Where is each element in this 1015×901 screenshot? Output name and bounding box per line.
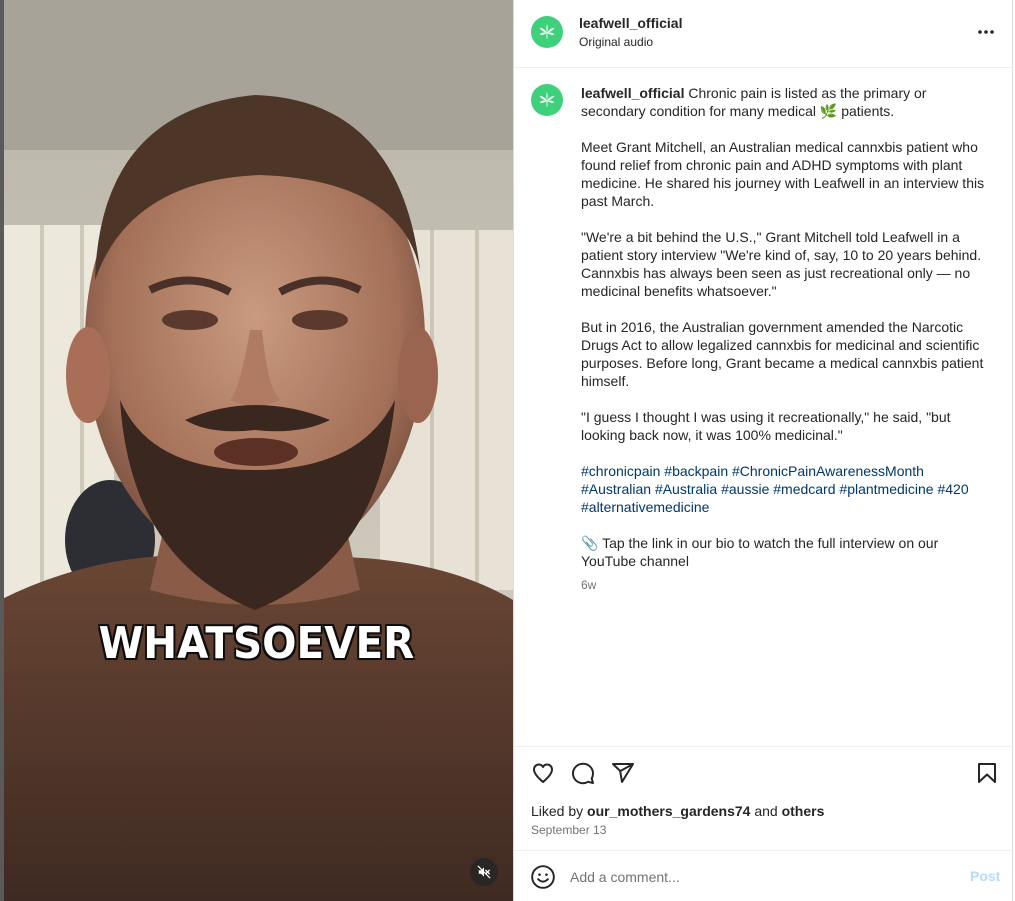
post-header: leafwell_official Original audio (514, 0, 1014, 68)
like-button[interactable] (529, 759, 557, 787)
audio-label[interactable]: Original audio (579, 35, 653, 49)
hashtag-link[interactable]: #medcard (773, 481, 835, 497)
save-button[interactable] (973, 759, 1001, 787)
more-options-button[interactable] (976, 20, 996, 44)
heart-icon (533, 763, 553, 783)
cannabis-leaf-icon (539, 23, 555, 39)
caption-age[interactable]: 6w (581, 578, 596, 592)
hashtag-link[interactable]: #plantmedicine (839, 481, 933, 497)
liked-user-link[interactable]: our_mothers_gardens74 (587, 803, 750, 819)
hashtag-link[interactable]: #backpain (664, 463, 728, 479)
hashtag-link[interactable]: #ChronicPainAwarenessMonth (732, 463, 924, 479)
caption-paragraph: "We're a bit behind the U.S.," Grant Mit… (581, 229, 985, 299)
caption-link-line: 📎 Tap the link in our bio to watch the f… (581, 535, 942, 569)
hashtag-link[interactable]: #aussie (721, 481, 769, 497)
share-button[interactable] (609, 759, 637, 787)
cannabis-leaf-icon (539, 91, 555, 107)
video-frame (0, 0, 513, 901)
video-player[interactable]: WHATSOEVER (0, 0, 513, 901)
liked-and: and (754, 803, 778, 819)
hashtag-link[interactable]: #chronicpain (581, 463, 660, 479)
send-icon (612, 763, 634, 783)
post-caption: leafwell_official Chronic pain is listed… (581, 84, 991, 570)
more-horizontal-icon (978, 30, 994, 34)
hashtag-link[interactable]: #alternativemedicine (581, 499, 709, 515)
post-date[interactable]: September 13 (531, 823, 606, 837)
hashtag-link[interactable]: #Australia (655, 481, 717, 497)
header-username[interactable]: leafwell_official (579, 15, 682, 31)
liked-by-text: Liked by our_mothers_gardens74 and other… (531, 803, 824, 819)
caption-paragraph: But in 2016, the Australian government a… (581, 319, 988, 389)
comment-form: Post (514, 850, 1014, 901)
hashtag-link[interactable]: #420 (937, 481, 968, 497)
caption-paragraph: "I guess I thought I was using it recrea… (581, 409, 955, 443)
post-detail-panel: leafwell_official Original audio leafwel… (513, 0, 1014, 901)
caption-username[interactable]: leafwell_official (581, 85, 684, 101)
avatar[interactable] (531, 16, 563, 48)
hashtag-link[interactable]: #Australian (581, 481, 651, 497)
bookmark-icon (978, 763, 996, 783)
liked-prefix: Liked by (531, 803, 584, 819)
speaker-muted-icon (477, 865, 491, 879)
emoji-icon (531, 865, 555, 889)
comment-button[interactable] (569, 759, 597, 787)
comment-icon (572, 762, 594, 785)
action-bar: Liked by our_mothers_gardens74 and other… (514, 746, 1014, 850)
video-caption: WHATSOEVER (98, 618, 415, 669)
caption-paragraph: Meet Grant Mitchell, an Australian medic… (581, 139, 988, 209)
caption-section: leafwell_official Chronic pain is listed… (514, 68, 1014, 746)
mute-button[interactable] (470, 858, 498, 886)
comment-input[interactable] (570, 865, 950, 889)
liked-others-link[interactable]: others (782, 803, 825, 819)
hashtag-list: #chronicpain #backpain #ChronicPainAware… (581, 462, 991, 516)
emoji-button[interactable] (530, 864, 556, 890)
caption-avatar[interactable] (531, 84, 563, 116)
post-comment-button[interactable]: Post (970, 868, 1000, 884)
